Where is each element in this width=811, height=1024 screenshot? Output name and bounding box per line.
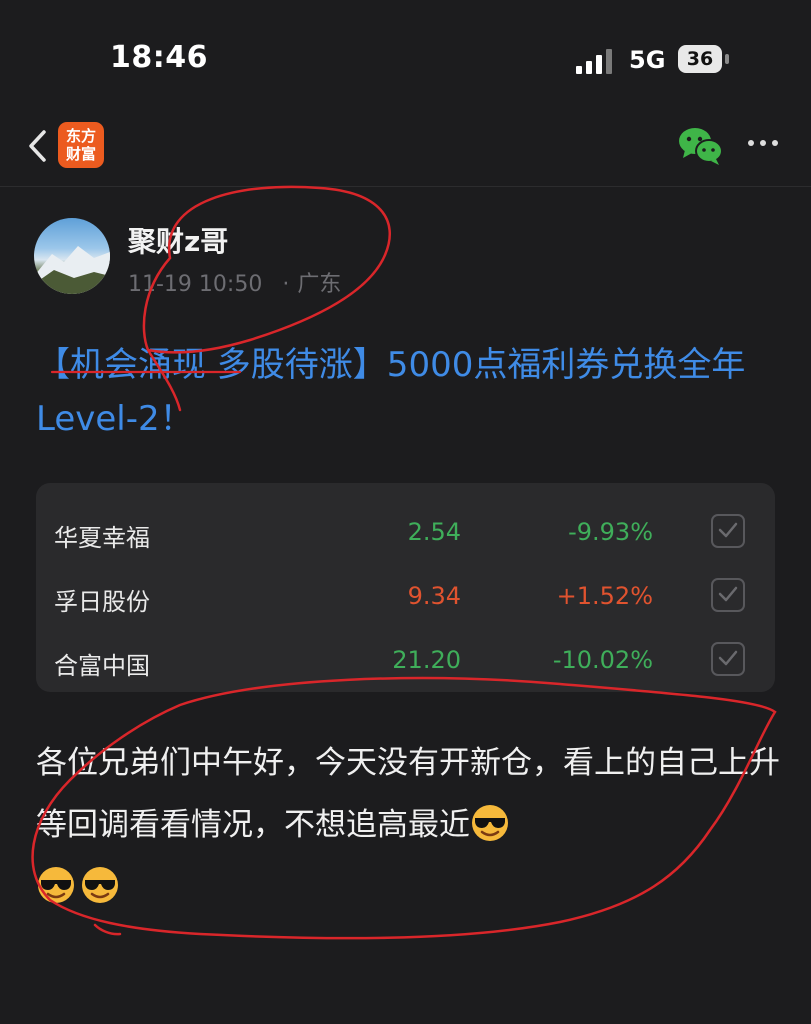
post-body: 各位兄弟们中午好，今天没有开新仓，看上的自己上升等回调看看情况，不想追高最近: [36, 732, 781, 918]
stock-card: 华夏幸福 2.54 -9.93% 孚日股份 9.34 +1.52% 合富中国 2…: [36, 483, 775, 692]
status-time: 18:46: [110, 40, 208, 75]
post-date: 11-19 10:50: [128, 272, 263, 297]
more-icon[interactable]: [748, 140, 780, 150]
stock-name: 华夏幸福: [54, 524, 150, 552]
stock-price: 21.20: [392, 646, 461, 674]
stock-row[interactable]: 华夏幸福 2.54 -9.93%: [36, 506, 775, 570]
avatar[interactable]: [34, 218, 110, 294]
logo-line-2: 财富: [65, 145, 96, 163]
sunglasses-emoji-icon: [38, 867, 74, 903]
post-title[interactable]: 【机会涌现 多股待涨】5000点福利券兑换全年Level-2！: [36, 338, 776, 446]
stock-change: +1.52%: [556, 582, 653, 610]
wechat-icon[interactable]: [678, 126, 724, 166]
stock-price: 9.34: [407, 582, 461, 610]
app-logo[interactable]: 东方 财富: [58, 122, 104, 168]
signal-icon: [576, 48, 618, 74]
network-type: 5G: [629, 46, 666, 74]
checkbox-icon[interactable]: [711, 578, 745, 612]
stock-row[interactable]: 合富中国 21.20 -10.02%: [36, 634, 775, 698]
stock-row[interactable]: 孚日股份 9.34 +1.52%: [36, 570, 775, 634]
stock-change: -9.93%: [568, 518, 653, 546]
stock-change: -10.02%: [552, 646, 653, 674]
post-location: 广东: [297, 272, 342, 297]
post-meta: 11-19 10:50 · 广东: [128, 272, 342, 297]
logo-line-1: 东方: [65, 127, 96, 145]
checkbox-icon[interactable]: [711, 642, 745, 676]
battery-icon: 36: [678, 45, 730, 73]
author-name[interactable]: 聚财z哥: [128, 220, 228, 260]
status-bar: 18:46 5G 36: [0, 0, 811, 110]
post-body-text: 各位兄弟们中午好，今天没有开新仓，看上的自己上升等回调看看情况，不想追高最近: [36, 745, 780, 843]
stock-name: 孚日股份: [54, 588, 150, 616]
stock-name: 合富中国: [54, 652, 150, 680]
sunglasses-emoji-icon: [472, 805, 508, 841]
back-icon[interactable]: [24, 128, 54, 164]
sunglasses-emoji-icon: [82, 867, 118, 903]
checkbox-icon[interactable]: [711, 514, 745, 548]
nav-bar: 东方 财富: [0, 112, 811, 187]
stock-price: 2.54: [407, 518, 461, 546]
battery-level: 36: [678, 45, 722, 73]
